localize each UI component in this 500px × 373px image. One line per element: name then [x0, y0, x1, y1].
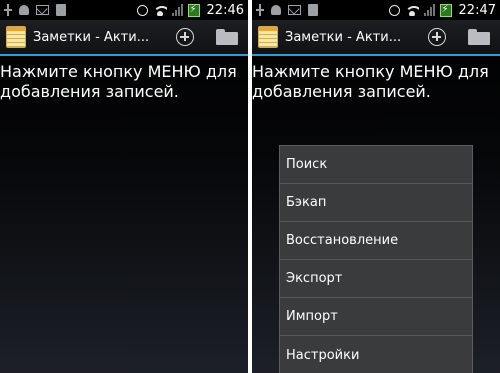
- add-note-icon[interactable]: [176, 28, 194, 46]
- app-title: Заметки - Акти...: [33, 29, 150, 45]
- right-screen: 22:47 Заметки - Акти... Нажмите кнопку М…: [252, 0, 500, 373]
- add-note-icon[interactable]: [428, 28, 446, 46]
- android-debug-icon: [271, 5, 281, 15]
- wifi-icon: [152, 4, 167, 16]
- gmail-icon: [36, 5, 49, 15]
- android-debug-icon: [19, 5, 29, 15]
- system-icons: 22:46: [136, 2, 244, 18]
- battery-charging-icon: [439, 3, 452, 17]
- clock: 22:47: [458, 2, 496, 18]
- notes-app-icon[interactable]: [258, 26, 278, 48]
- app-title: Заметки - Акти...: [285, 29, 402, 45]
- empty-hint-text: Нажмите кнопку МЕНЮ для добавления запис…: [252, 62, 489, 101]
- wifi-icon: [404, 4, 419, 16]
- status-bar: 22:46: [0, 0, 248, 20]
- menu-item-export[interactable]: Экспорт: [280, 260, 472, 298]
- notes-app-icon[interactable]: [6, 26, 26, 48]
- menu-item-search[interactable]: Поиск: [280, 146, 472, 184]
- signal-icon: [171, 4, 183, 16]
- alarm-icon: [136, 4, 148, 16]
- folder-icon[interactable]: [216, 29, 238, 45]
- signal-icon: [423, 4, 435, 16]
- menu-item-restore[interactable]: Восстановление: [280, 222, 472, 260]
- sd-card-icon: [308, 4, 318, 16]
- usb-icon: [256, 4, 264, 16]
- left-screen: 22:46 Заметки - Акти... Нажмите кнопку М…: [0, 0, 248, 373]
- options-menu: Поиск Бэкап Восстановление Экспорт Импор…: [279, 145, 473, 373]
- sd-card-icon: [56, 4, 66, 16]
- clock: 22:46: [206, 2, 244, 18]
- empty-hint-text: Нажмите кнопку МЕНЮ для добавления запис…: [0, 62, 237, 101]
- action-bar: Заметки - Акти...: [252, 20, 500, 56]
- status-bar: 22:47: [252, 0, 500, 20]
- folder-icon[interactable]: [468, 29, 490, 45]
- notification-icons: [256, 4, 389, 16]
- notification-icons: [4, 4, 137, 16]
- system-icons: 22:47: [388, 2, 496, 18]
- menu-item-backup[interactable]: Бэкап: [280, 184, 472, 222]
- battery-charging-icon: [187, 3, 200, 17]
- alarm-icon: [388, 4, 400, 16]
- action-bar: Заметки - Акти...: [0, 20, 248, 56]
- usb-icon: [4, 4, 12, 16]
- menu-item-settings[interactable]: Настройки: [280, 336, 472, 373]
- menu-item-import[interactable]: Импорт: [280, 298, 472, 336]
- gmail-icon: [288, 5, 301, 15]
